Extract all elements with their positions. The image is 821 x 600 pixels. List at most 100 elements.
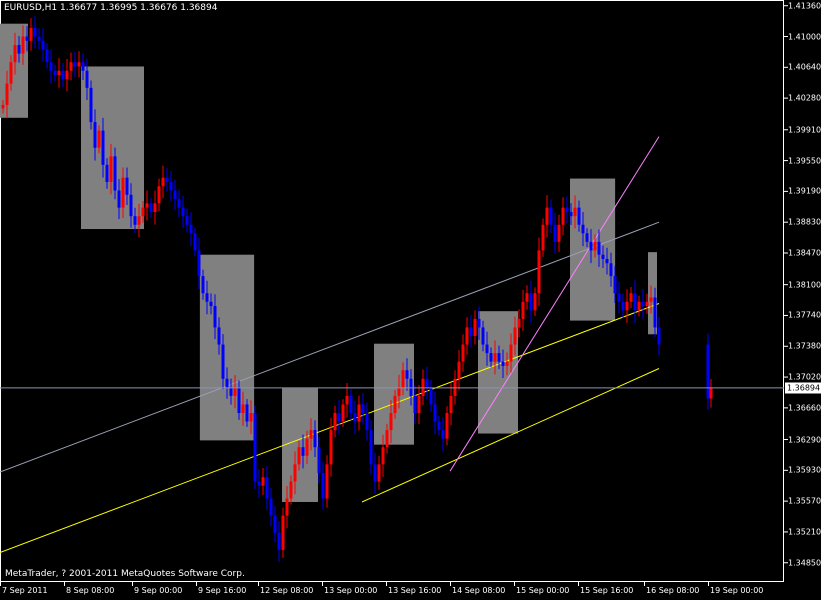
price-chart[interactable] bbox=[0, 0, 821, 600]
candle-body bbox=[329, 430, 333, 465]
candle-body bbox=[429, 387, 433, 405]
candle-body bbox=[525, 293, 529, 302]
candle-body bbox=[261, 477, 265, 486]
x-tick-label: 13 Sep 16:00 bbox=[388, 586, 442, 595]
candle-body bbox=[317, 447, 321, 473]
candle-body bbox=[121, 177, 125, 208]
candle-body bbox=[33, 27, 37, 37]
x-tick-label: 13 Sep 00:00 bbox=[324, 586, 378, 595]
candle-body bbox=[509, 344, 513, 362]
candle-body bbox=[297, 447, 301, 465]
candle-body bbox=[173, 190, 177, 200]
candle-body bbox=[217, 327, 221, 345]
candle-body bbox=[193, 233, 197, 251]
candle-body bbox=[637, 301, 641, 311]
trendline[interactable] bbox=[0, 303, 660, 553]
candle-body bbox=[265, 477, 269, 499]
candle-body bbox=[485, 344, 489, 354]
y-tick-label: 1.40640 bbox=[788, 62, 821, 72]
candle-body bbox=[421, 378, 425, 396]
candle-body bbox=[197, 250, 201, 277]
candle-body bbox=[581, 224, 585, 234]
candle-body bbox=[1, 104, 5, 109]
candle-body bbox=[369, 430, 373, 465]
y-tick-label: 1.40280 bbox=[788, 93, 821, 103]
y-tick-label: 1.38470 bbox=[788, 248, 821, 258]
candle-body bbox=[309, 430, 313, 439]
candle-body bbox=[365, 413, 369, 431]
candle-body bbox=[353, 413, 357, 422]
candle-body bbox=[293, 464, 297, 482]
candle-body bbox=[41, 40, 45, 50]
y-tick-label: 1.35210 bbox=[788, 527, 821, 537]
candle-body bbox=[301, 447, 305, 456]
candle-body bbox=[657, 327, 661, 345]
y-tick-label: 1.39910 bbox=[788, 125, 821, 135]
candle-body bbox=[349, 395, 353, 414]
candle-body bbox=[185, 216, 189, 225]
candle-body bbox=[541, 224, 545, 251]
y-tick-label: 1.35930 bbox=[788, 465, 821, 475]
y-tick-label: 1.37740 bbox=[788, 310, 821, 320]
candle-body bbox=[605, 258, 609, 264]
candle-body bbox=[633, 293, 637, 311]
shaded-box bbox=[282, 388, 318, 502]
candle-body bbox=[253, 413, 257, 482]
candle-body bbox=[457, 361, 461, 379]
candle-body bbox=[129, 194, 133, 217]
y-tick-label: 1.41000 bbox=[788, 32, 821, 41]
candle-body bbox=[53, 70, 57, 76]
candle-body bbox=[137, 216, 141, 225]
candle-body bbox=[269, 498, 273, 516]
candle-body bbox=[549, 207, 553, 225]
candle-body bbox=[49, 62, 53, 71]
candle-body bbox=[533, 293, 537, 311]
x-tick-label: 12 Sep 08:00 bbox=[260, 586, 314, 595]
candle-body bbox=[93, 122, 97, 148]
candle-body bbox=[205, 293, 209, 302]
candle-body bbox=[553, 224, 557, 242]
candle-body bbox=[497, 353, 501, 362]
candle-body bbox=[445, 413, 449, 439]
candle-body bbox=[37, 36, 41, 41]
candle-body bbox=[625, 301, 629, 311]
candle-body bbox=[417, 395, 421, 414]
candle-body bbox=[117, 190, 121, 208]
candle-body bbox=[629, 293, 633, 302]
current-price-tag: 1.36894 bbox=[785, 382, 821, 394]
candle-body bbox=[381, 447, 385, 465]
copyright-text: MetaTrader, ? 2001-2011 MetaQuotes Softw… bbox=[5, 569, 245, 579]
candle-body bbox=[573, 207, 577, 217]
candle-body bbox=[706, 344, 710, 399]
candle-body bbox=[473, 318, 477, 336]
candle-body bbox=[145, 203, 149, 208]
candle-body bbox=[493, 353, 497, 362]
candle-body bbox=[593, 241, 597, 251]
candle-body bbox=[345, 395, 349, 405]
candle-body bbox=[517, 318, 521, 328]
candle-body bbox=[101, 130, 105, 165]
candle-body bbox=[245, 404, 249, 422]
candle-body bbox=[477, 318, 481, 328]
candle-body bbox=[209, 301, 213, 307]
candle-body bbox=[97, 130, 101, 148]
candle-body bbox=[65, 70, 69, 80]
candle-body bbox=[105, 164, 109, 182]
x-tick-label: 9 Sep 16:00 bbox=[198, 586, 247, 595]
candle-body bbox=[537, 250, 541, 294]
candle-body bbox=[81, 62, 85, 71]
candle-body bbox=[25, 36, 29, 41]
candle-body bbox=[609, 263, 613, 277]
candle-body bbox=[505, 361, 509, 366]
candle-body bbox=[153, 203, 157, 212]
y-tick-label: 1.39190 bbox=[788, 186, 821, 196]
candle-body bbox=[449, 395, 453, 414]
candle-body bbox=[77, 62, 81, 67]
candle-body bbox=[29, 27, 33, 41]
candle-body bbox=[393, 395, 397, 414]
candle-body bbox=[285, 498, 289, 516]
candle-body bbox=[125, 177, 129, 195]
candle-body bbox=[521, 301, 525, 319]
candle-body bbox=[649, 297, 653, 302]
y-tick-label: 1.36290 bbox=[788, 435, 821, 445]
